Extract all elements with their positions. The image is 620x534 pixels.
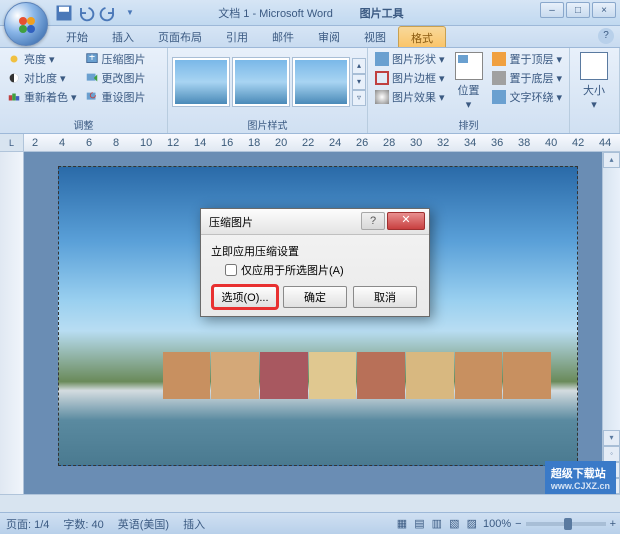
style-thumb[interactable] xyxy=(292,57,350,107)
dialog-titlebar[interactable]: 压缩图片 ? ✕ xyxy=(201,209,429,235)
help-icon[interactable]: ? xyxy=(598,28,614,44)
brightness-button[interactable]: 亮度 ▾ xyxy=(4,50,80,68)
ribbon-group-arrange: 图片形状 ▾ 图片边框 ▾ 图片效果 ▾ 位置▾ 置于顶层 ▾ 置于底层 ▾ 文… xyxy=(368,48,570,133)
picture-effects-button[interactable]: 图片效果 ▾ xyxy=(372,88,448,106)
minimize-button[interactable]: – xyxy=(540,2,564,18)
vertical-ruler[interactable] xyxy=(0,152,24,494)
dialog-close-icon[interactable]: ✕ xyxy=(387,212,425,230)
zoom-out-icon[interactable]: − xyxy=(515,518,521,530)
status-bar: 页面: 1/4 字数: 40 英语(美国) 插入 ▦ ▤ ▥ ▧ ▨ 100% … xyxy=(0,512,620,534)
send-back-button[interactable]: 置于底层 ▾ xyxy=(489,69,565,87)
picture-shape-button[interactable]: 图片形状 ▾ xyxy=(372,50,448,68)
title-bar: ▼ 文档 1 - Microsoft Word 图片工具 – □ × xyxy=(0,0,620,26)
undo-icon[interactable] xyxy=(76,3,96,23)
maximize-button[interactable]: □ xyxy=(566,2,590,18)
tab-layout[interactable]: 页面布局 xyxy=(146,26,214,47)
save-icon[interactable] xyxy=(54,3,74,23)
status-page[interactable]: 页面: 1/4 xyxy=(6,516,49,532)
tab-review[interactable]: 审阅 xyxy=(306,26,352,47)
style-thumb[interactable] xyxy=(232,57,290,107)
horizontal-ruler[interactable]: L 24681012141618202224262830323436384042… xyxy=(0,134,620,152)
ribbon: 亮度 ▾ 对比度 ▾ 重新着色 ▾ 压缩图片 更改图片 重设图片 调整 ▴▾▿ … xyxy=(0,48,620,134)
ribbon-group-styles: ▴▾▿ 图片样式 xyxy=(168,48,368,133)
horizontal-scrollbar[interactable] xyxy=(0,494,620,512)
dialog-help-icon[interactable]: ? xyxy=(361,212,385,230)
contextual-tab-label: 图片工具 xyxy=(360,5,404,21)
contrast-button[interactable]: 对比度 ▾ xyxy=(4,69,80,87)
options-button[interactable]: 选项(O)... xyxy=(213,286,277,308)
picture-border-button[interactable]: 图片边框 ▾ xyxy=(372,69,448,87)
view-buttons[interactable]: ▦ ▤ ▥ ▧ ▨ xyxy=(397,517,479,530)
styles-gallery[interactable]: ▴▾▿ xyxy=(172,50,366,114)
ribbon-group-adjust: 亮度 ▾ 对比度 ▾ 重新着色 ▾ 压缩图片 更改图片 重设图片 调整 xyxy=(0,48,168,133)
watermark: 超级下载站www.CJXZ.cn xyxy=(545,461,616,494)
office-button[interactable] xyxy=(4,2,48,46)
ribbon-group-size: 大小▾ xyxy=(570,48,620,133)
cancel-button[interactable]: 取消 xyxy=(353,286,417,308)
document-area: ▴ ▾ ◦ ● ◦ xyxy=(0,152,620,494)
position-button[interactable]: 位置▾ xyxy=(450,50,488,113)
scroll-up-icon[interactable]: ▴ xyxy=(603,152,620,168)
checkbox-label: 仅应用于所选图片(A) xyxy=(241,262,344,278)
apply-selected-checkbox[interactable] xyxy=(225,264,237,276)
zoom-value[interactable]: 100% xyxy=(483,518,511,530)
gallery-down-icon[interactable]: ▾ xyxy=(352,74,366,90)
ribbon-tabs: 开始 插入 页面布局 引用 邮件 审阅 视图 格式 ? xyxy=(0,26,620,48)
text-wrap-button[interactable]: 文字环绕 ▾ xyxy=(489,88,565,106)
status-lang[interactable]: 英语(美国) xyxy=(118,516,169,532)
vertical-scrollbar[interactable]: ▴ ▾ ◦ ● ◦ xyxy=(602,152,620,494)
dialog-heading: 立即应用压缩设置 xyxy=(211,243,419,259)
reset-picture-button[interactable]: 重设图片 xyxy=(82,88,149,106)
qat-dropdown-icon[interactable]: ▼ xyxy=(120,3,140,23)
style-thumb[interactable] xyxy=(172,57,230,107)
redo-icon[interactable] xyxy=(98,3,118,23)
zoom-slider[interactable] xyxy=(526,522,606,526)
tab-home[interactable]: 开始 xyxy=(54,26,100,47)
compress-pictures-dialog: 压缩图片 ? ✕ 立即应用压缩设置 仅应用于所选图片(A) 选项(O)... 确… xyxy=(200,208,430,317)
dialog-title: 压缩图片 xyxy=(209,214,253,230)
gallery-up-icon[interactable]: ▴ xyxy=(352,58,366,74)
zoom-in-icon[interactable]: + xyxy=(610,518,616,530)
status-mode[interactable]: 插入 xyxy=(183,516,205,532)
window-title: 文档 1 - Microsoft Word xyxy=(218,5,333,21)
scroll-down-icon[interactable]: ▾ xyxy=(603,430,620,446)
quick-access-toolbar: ▼ xyxy=(54,3,140,23)
tab-view[interactable]: 视图 xyxy=(352,26,398,47)
compress-button[interactable]: 压缩图片 xyxy=(82,50,149,68)
ruler-corner[interactable]: L xyxy=(0,134,24,152)
prev-page-icon[interactable]: ◦ xyxy=(603,446,620,462)
tab-format[interactable]: 格式 xyxy=(398,26,446,47)
tab-insert[interactable]: 插入 xyxy=(100,26,146,47)
gallery-more-icon[interactable]: ▿ xyxy=(352,90,366,106)
size-button[interactable]: 大小▾ xyxy=(574,50,614,113)
close-button[interactable]: × xyxy=(592,2,616,18)
bring-front-button[interactable]: 置于顶层 ▾ xyxy=(489,50,565,68)
tab-references[interactable]: 引用 xyxy=(214,26,260,47)
recolor-button[interactable]: 重新着色 ▾ xyxy=(4,88,80,106)
tab-mailings[interactable]: 邮件 xyxy=(260,26,306,47)
document-canvas[interactable] xyxy=(24,152,602,494)
change-picture-button[interactable]: 更改图片 xyxy=(82,69,149,87)
ok-button[interactable]: 确定 xyxy=(283,286,347,308)
status-words[interactable]: 字数: 40 xyxy=(63,516,103,532)
